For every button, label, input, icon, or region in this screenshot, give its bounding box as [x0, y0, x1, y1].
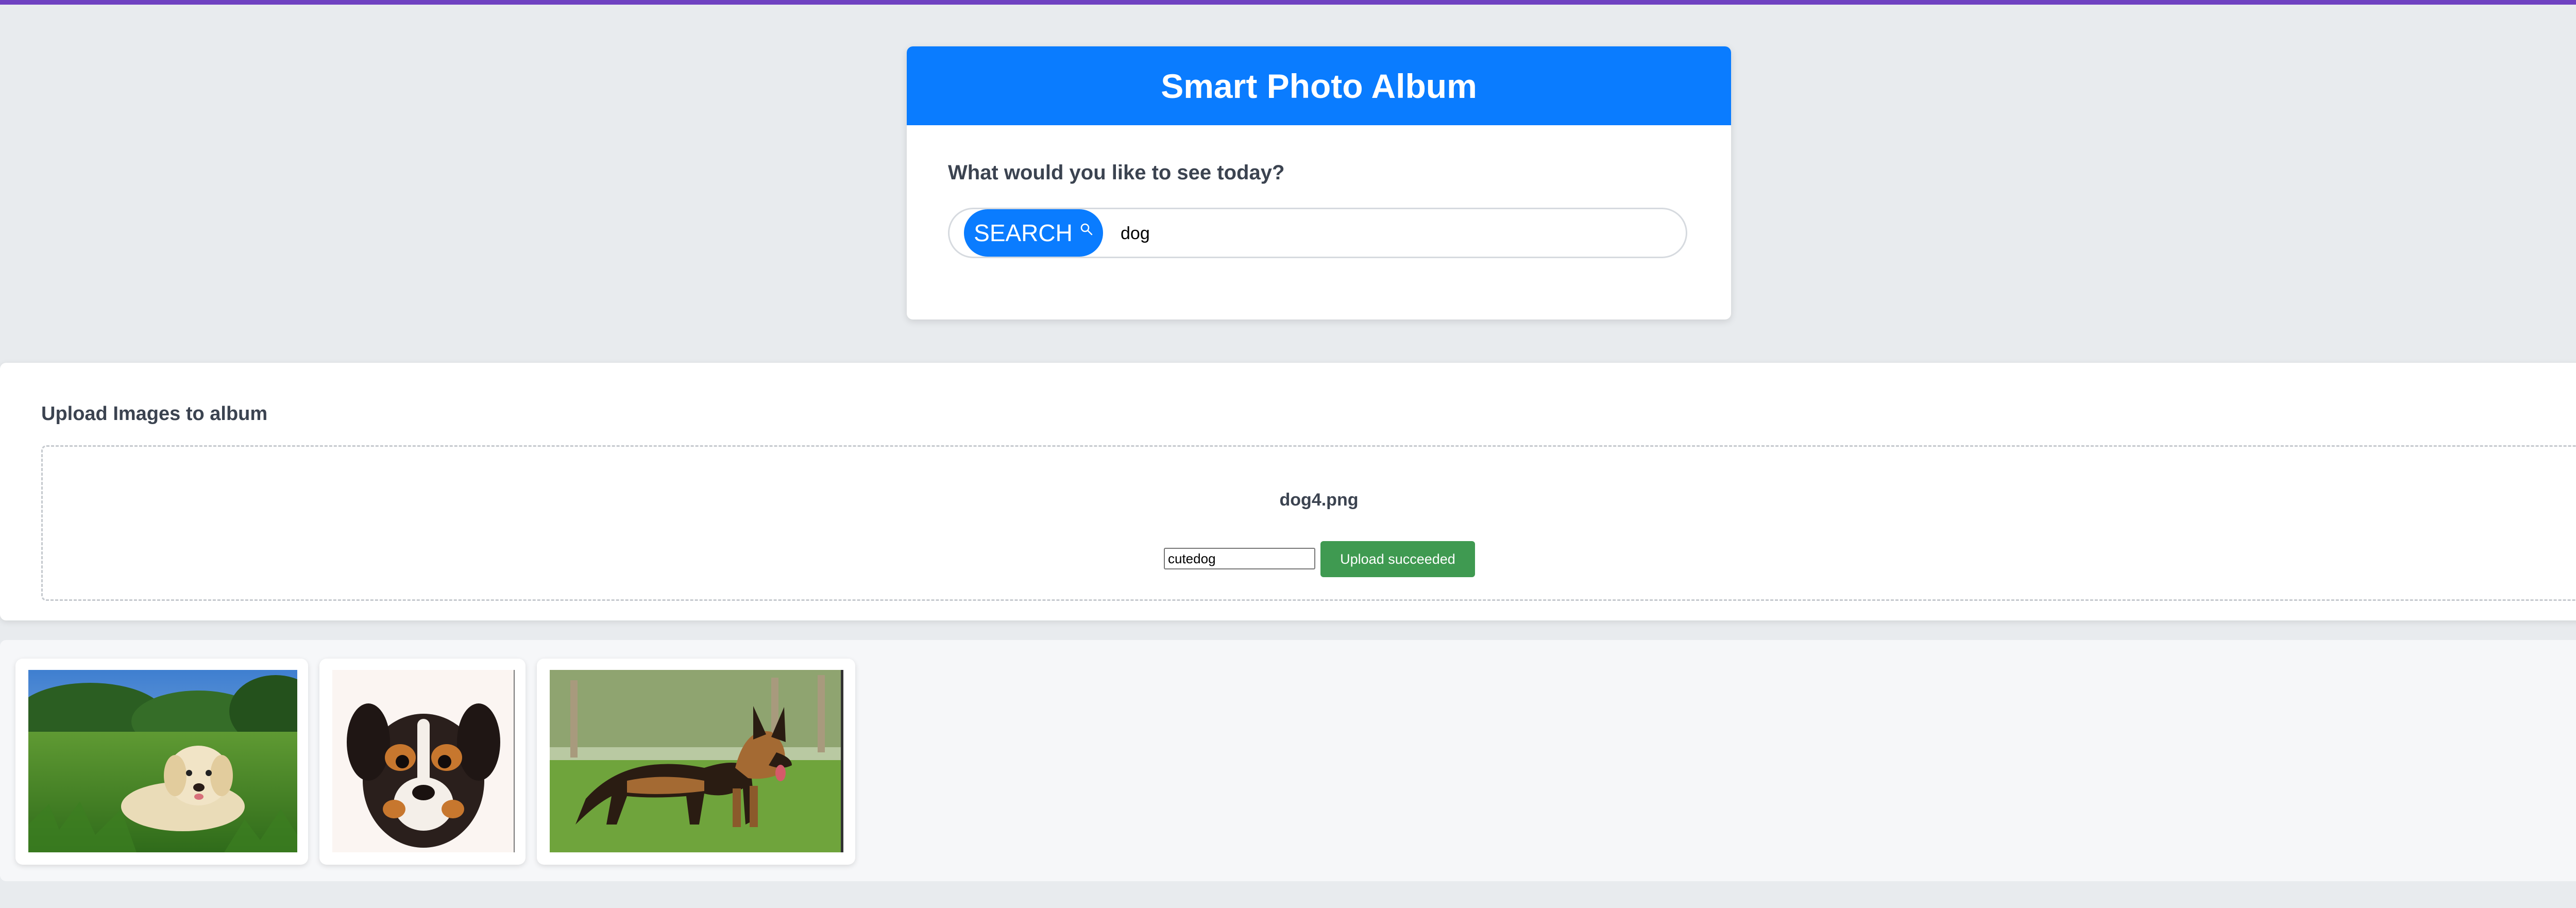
photo-golden-retriever-puppy: [28, 670, 297, 852]
search-prompt: What would you like to see today?: [948, 161, 1285, 184]
search-button-label: SEARCH: [974, 220, 1073, 246]
search-button[interactable]: SEARCH: [964, 209, 1103, 257]
upload-status-button[interactable]: Upload succeeded: [1320, 541, 1475, 577]
search-card-body: What would you like to see today? SEARCH: [907, 125, 1731, 320]
search-input[interactable]: [1120, 211, 1668, 256]
search-card: Smart Photo Album What would you like to…: [907, 46, 1731, 320]
gallery-item[interactable]: [319, 659, 526, 865]
photo-gallery: [0, 640, 2576, 881]
photo-tricolor-puppy: [332, 670, 515, 852]
gallery-item[interactable]: [15, 659, 308, 865]
search-icon: [1080, 223, 1093, 236]
selected-file-name: dog4.png: [1279, 490, 1359, 510]
upload-dropzone[interactable]: dog4.png Upload succeeded: [41, 445, 2576, 601]
search-bar: SEARCH: [948, 208, 1687, 258]
upload-panel: Upload Images to album dog4.png Upload s…: [0, 363, 2576, 620]
page-title: Smart Photo Album: [907, 46, 1731, 125]
gallery-item[interactable]: [537, 659, 855, 865]
top-accent-bar: [0, 0, 2576, 5]
photo-german-shepherd: [550, 670, 843, 852]
upload-title: Upload Images to album: [41, 403, 268, 425]
custom-label-input[interactable]: [1164, 548, 1315, 569]
